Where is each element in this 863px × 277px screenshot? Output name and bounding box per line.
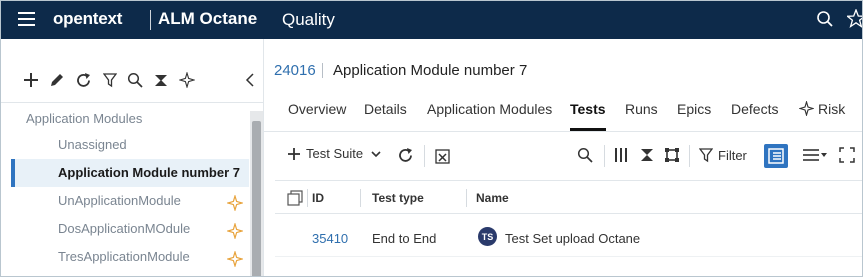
favorite-sparkle-icon[interactable] bbox=[225, 249, 245, 276]
tree-item-selected[interactable]: Application Module number 7 bbox=[11, 159, 249, 187]
page-title: Application Module number 7 bbox=[333, 62, 528, 79]
tab-bar: Overview Details Application Modules Tes… bbox=[264, 99, 862, 131]
tree-item[interactable]: DosApplicationMOdule bbox=[11, 215, 249, 243]
cell-name[interactable]: Test Set upload Octane bbox=[505, 231, 640, 246]
grid-view-icon bbox=[768, 148, 784, 164]
brand-divider bbox=[150, 10, 151, 30]
chevron-down-icon bbox=[371, 150, 381, 157]
tree-item-label: Unassigned bbox=[58, 137, 127, 152]
grid-header: ID Test type Name bbox=[275, 180, 862, 214]
export-excel-icon[interactable] bbox=[434, 147, 452, 170]
product-name: ALM Octane bbox=[158, 9, 258, 28]
tree-item-label: Application Module number 7 bbox=[58, 165, 241, 180]
column-header-id[interactable]: ID bbox=[312, 191, 324, 205]
column-header-test-type[interactable]: Test type bbox=[372, 191, 424, 205]
collapse-all-icon[interactable] bbox=[152, 71, 170, 89]
filter-label: Filter bbox=[718, 147, 747, 163]
workspace-name[interactable]: Quality bbox=[282, 10, 335, 30]
add-test-suite-button[interactable]: Test Suite bbox=[287, 146, 381, 161]
test-suite-label: Test Suite bbox=[306, 146, 364, 161]
column-divider bbox=[360, 189, 361, 207]
list-view-menu-icon[interactable] bbox=[802, 147, 828, 168]
tree-item-label: UnApplicationModule bbox=[58, 193, 181, 208]
edit-pencil-icon[interactable] bbox=[48, 71, 66, 89]
tab-tests[interactable]: Tests bbox=[570, 101, 606, 131]
search-icon[interactable] bbox=[577, 147, 593, 168]
collapse-panel-chevron-icon[interactable] bbox=[241, 71, 259, 89]
main-content: 24016 Application Module number 7 Overvi… bbox=[264, 39, 862, 276]
top-bar: opentext ALM Octane Quality bbox=[1, 1, 862, 39]
risk-sparkle-icon bbox=[799, 101, 814, 116]
tabs-divider bbox=[264, 131, 862, 132]
column-header-name[interactable]: Name bbox=[476, 191, 509, 205]
tab-risk-label: Risk bbox=[818, 101, 846, 117]
columns-icon[interactable] bbox=[614, 147, 628, 168]
favorite-star-icon[interactable] bbox=[845, 8, 862, 34]
tab-runs[interactable]: Runs bbox=[625, 101, 658, 131]
tab-defects[interactable]: Defects bbox=[731, 101, 778, 131]
toolbar-divider bbox=[689, 145, 690, 167]
column-divider bbox=[307, 189, 308, 207]
add-icon[interactable] bbox=[22, 71, 40, 89]
grid-toolbar: Test Suite Filter bbox=[264, 139, 862, 173]
table-row[interactable]: 35410 End to End TS Test Set upload Octa… bbox=[275, 215, 862, 257]
tab-details[interactable]: Details bbox=[364, 101, 407, 131]
breadcrumb-divider bbox=[322, 63, 323, 78]
plus-icon bbox=[288, 147, 300, 160]
scroll-thumb[interactable] bbox=[252, 121, 261, 276]
tree-scrollbar[interactable] bbox=[250, 111, 263, 276]
tree-item[interactable]: TresApplicationModule bbox=[11, 243, 249, 271]
brand-logo: opentext bbox=[53, 9, 123, 28]
tab-overview[interactable]: Overview bbox=[288, 101, 346, 131]
filter-button[interactable]: Filter bbox=[699, 147, 747, 163]
search-icon[interactable] bbox=[816, 10, 834, 33]
tab-epics[interactable]: Epics bbox=[677, 101, 711, 131]
cell-id-link[interactable]: 35410 bbox=[312, 231, 348, 246]
toolbar-divider bbox=[424, 145, 425, 167]
cell-test-type: End to End bbox=[372, 231, 437, 246]
select-rows-icon[interactable] bbox=[287, 190, 303, 211]
search-icon[interactable] bbox=[126, 71, 144, 89]
tree-root-label[interactable]: Application Modules bbox=[26, 111, 142, 126]
filter-icon bbox=[699, 148, 713, 163]
tree-item[interactable]: Unassigned bbox=[11, 131, 249, 159]
test-suite-badge: TS bbox=[478, 227, 497, 246]
tree-item[interactable]: UnApplicationModule bbox=[11, 187, 249, 215]
expand-fullscreen-icon[interactable] bbox=[839, 147, 855, 168]
column-divider bbox=[466, 189, 467, 207]
toolbar-divider bbox=[604, 145, 605, 167]
hamburger-menu-icon[interactable] bbox=[18, 12, 35, 26]
tree-item-label: TresApplicationModule bbox=[58, 249, 190, 264]
app-window: opentext ALM Octane Quality Application … bbox=[0, 0, 863, 277]
entity-id-link[interactable]: 24016 bbox=[274, 62, 316, 79]
sparkle-star-icon[interactable] bbox=[178, 71, 196, 89]
collapse-all-icon[interactable] bbox=[640, 147, 654, 168]
tree-item-label: DosApplicationMOdule bbox=[58, 221, 191, 236]
grid-view-toggle[interactable] bbox=[764, 144, 788, 168]
filter-icon[interactable] bbox=[101, 71, 119, 89]
left-panel: Application Modules Unassigned Applicati… bbox=[1, 39, 264, 276]
refresh-icon[interactable] bbox=[397, 147, 414, 169]
divider bbox=[1, 102, 264, 103]
tree-toolbar bbox=[1, 59, 264, 99]
refresh-icon[interactable] bbox=[74, 71, 92, 89]
tab-application-modules[interactable]: Application Modules bbox=[427, 101, 552, 131]
tab-risk[interactable]: Risk bbox=[799, 101, 845, 131]
select-all-icon[interactable] bbox=[664, 147, 680, 168]
